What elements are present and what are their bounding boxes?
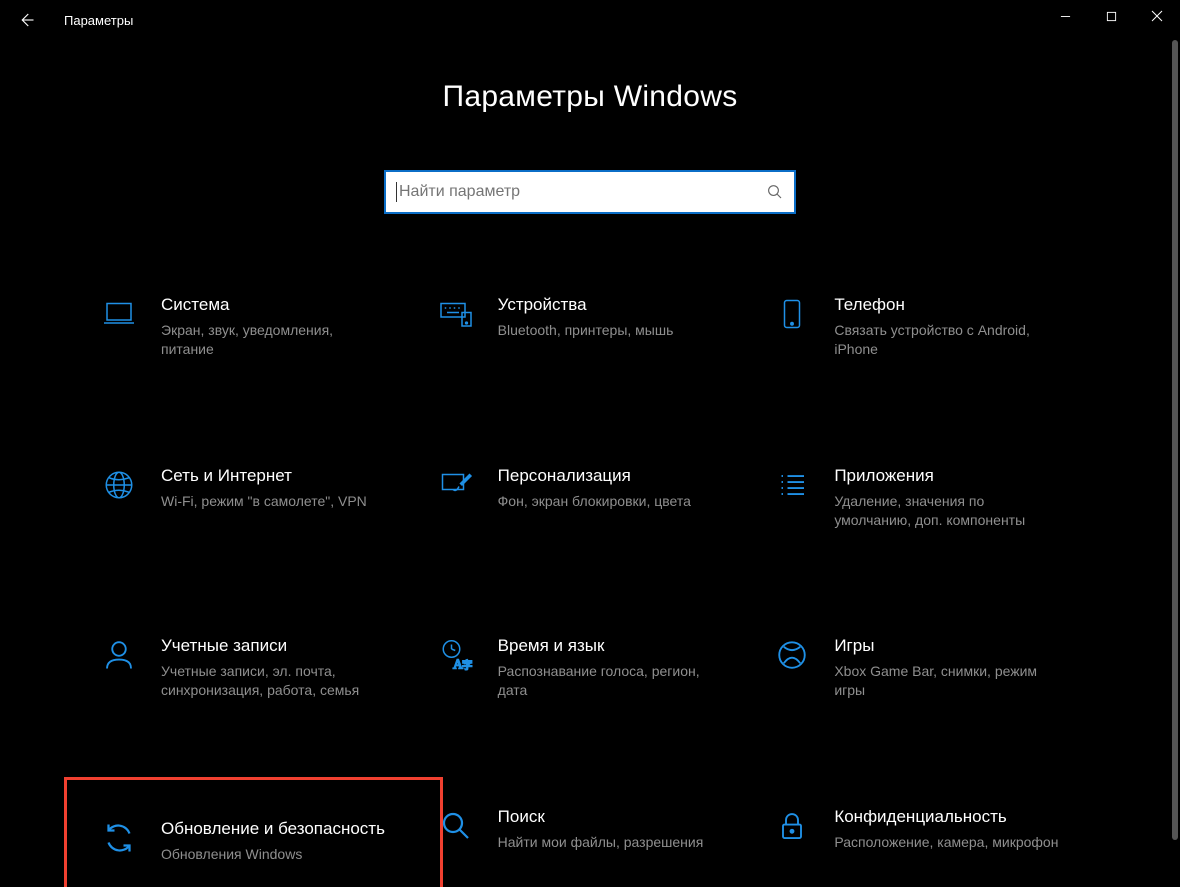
- tile-desc: Wi-Fi, режим "в самолете", VPN: [161, 492, 386, 511]
- search-input[interactable]: [399, 183, 766, 201]
- tile-gaming[interactable]: Игры Xbox Game Bar, снимки, режим игры: [758, 627, 1095, 708]
- sync-icon: [101, 820, 137, 856]
- tile-title: Конфиденциальность: [834, 806, 1059, 829]
- brush-icon: [438, 467, 474, 503]
- tile-title: Персонализация: [498, 465, 723, 488]
- tile-search[interactable]: Поиск Найти мои файлы, разрешения: [422, 798, 759, 884]
- tile-title: Поиск: [498, 806, 723, 829]
- minimize-button[interactable]: [1042, 0, 1088, 32]
- tile-system[interactable]: Система Экран, звук, уведомления, питани…: [85, 286, 422, 367]
- tile-desc: Фон, экран блокировки, цвета: [498, 492, 723, 511]
- tile-update-security[interactable]: Обновление и безопасность Обновления Win…: [85, 798, 422, 884]
- text-caret: [396, 182, 397, 202]
- tile-title: Обновление и безопасность: [161, 818, 386, 841]
- maximize-button[interactable]: [1088, 0, 1134, 32]
- tile-desc: Расположение, камера, микрофон: [834, 833, 1059, 852]
- scrollbar[interactable]: [1172, 40, 1178, 840]
- apps-icon: [774, 467, 810, 503]
- tile-title: Сеть и Интернет: [161, 465, 386, 488]
- search-icon: [766, 183, 784, 201]
- tile-title: Время и язык: [498, 635, 723, 658]
- settings-grid: Система Экран, звук, уведомления, питани…: [85, 286, 1095, 884]
- xbox-icon: [774, 637, 810, 673]
- tile-desc: Bluetooth, принтеры, мышь: [498, 321, 723, 340]
- tile-desc: Связать устройство с Android, iPhone: [834, 321, 1059, 359]
- tile-title: Игры: [834, 635, 1059, 658]
- search-box[interactable]: [384, 170, 796, 214]
- lock-icon: [774, 808, 810, 844]
- page-heading: Параметры Windows: [0, 80, 1180, 114]
- tile-desc: Распознавание голоса, регион, дата: [498, 662, 723, 700]
- content-area: Параметры Windows Система Экран, звук, у…: [0, 40, 1180, 887]
- back-button[interactable]: [8, 2, 44, 38]
- svg-text:字: 字: [462, 659, 473, 672]
- tile-desc: Обновления Windows: [161, 845, 386, 864]
- window-controls: [1042, 0, 1180, 40]
- tile-apps[interactable]: Приложения Удаление, значения по умолчан…: [758, 457, 1095, 538]
- tile-desc: Экран, звук, уведомления, питание: [161, 321, 386, 359]
- tile-desc: Удаление, значения по умолчанию, доп. ко…: [834, 492, 1059, 530]
- keyboard-icon: [438, 296, 474, 332]
- tile-title: Устройства: [498, 294, 723, 317]
- tile-time-language[interactable]: A 字 Время и язык Распознавание голоса, р…: [422, 627, 759, 708]
- globe-icon: [101, 467, 137, 503]
- tile-title: Телефон: [834, 294, 1059, 317]
- search-container: [0, 170, 1180, 214]
- search-icon: [438, 808, 474, 844]
- titlebar: Параметры: [0, 0, 1180, 40]
- tile-title: Система: [161, 294, 386, 317]
- scrollbar-thumb[interactable]: [1172, 40, 1178, 840]
- time-lang-icon: A 字: [438, 637, 474, 673]
- tile-title: Приложения: [834, 465, 1059, 488]
- tile-desc: Найти мои файлы, разрешения: [498, 833, 723, 852]
- tile-privacy[interactable]: Конфиденциальность Расположение, камера,…: [758, 798, 1095, 884]
- tile-network[interactable]: Сеть и Интернет Wi-Fi, режим "в самолете…: [85, 457, 422, 538]
- phone-icon: [774, 296, 810, 332]
- tile-devices[interactable]: Устройства Bluetooth, принтеры, мышь: [422, 286, 759, 367]
- tile-accounts[interactable]: Учетные записи Учетные записи, эл. почта…: [85, 627, 422, 708]
- laptop-icon: [101, 296, 137, 332]
- close-button[interactable]: [1134, 0, 1180, 32]
- tile-title: Учетные записи: [161, 635, 386, 658]
- app-title: Параметры: [64, 13, 133, 28]
- tile-phone[interactable]: Телефон Связать устройство с Android, iP…: [758, 286, 1095, 367]
- tile-personalization[interactable]: Персонализация Фон, экран блокировки, цв…: [422, 457, 759, 538]
- person-icon: [101, 637, 137, 673]
- tile-desc: Учетные записи, эл. почта, синхронизация…: [161, 662, 386, 700]
- tile-desc: Xbox Game Bar, снимки, режим игры: [834, 662, 1059, 700]
